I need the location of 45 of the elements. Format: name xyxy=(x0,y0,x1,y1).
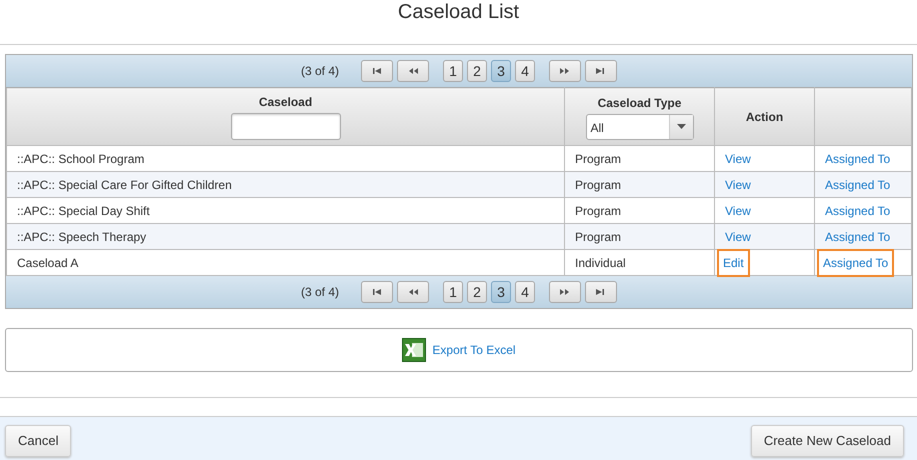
page-summary: (3 of 4) xyxy=(300,284,339,301)
column-header: Caseload Type xyxy=(598,96,682,110)
export-link[interactable]: Export To Excel xyxy=(432,341,516,359)
caret-icon xyxy=(676,124,686,129)
page-button[interactable]: 3 xyxy=(491,281,511,303)
first-page-icon xyxy=(372,67,382,75)
page-summary: (3 of 4) xyxy=(300,63,339,80)
previous-page-icon xyxy=(408,67,418,75)
table-cell: ::APC:: Speech Therapy xyxy=(6,224,564,250)
next-page-icon xyxy=(560,288,570,296)
page-button[interactable]: 4 xyxy=(515,60,535,82)
last-page-icon xyxy=(596,67,606,75)
first-page-icon xyxy=(372,288,382,296)
first-page-button[interactable] xyxy=(361,281,393,303)
next-page-icon xyxy=(560,67,570,75)
excel-icon xyxy=(402,338,426,362)
page-button[interactable]: 2 xyxy=(467,60,487,82)
previous-page-icon xyxy=(408,288,418,296)
table-cell: Program xyxy=(564,224,714,250)
create-button[interactable]: Create New Caseload xyxy=(750,424,904,456)
caseload-type-dropdown[interactable]: All xyxy=(586,114,694,140)
next-page-button[interactable] xyxy=(549,281,581,303)
page-button[interactable]: 1 xyxy=(443,60,463,82)
table-cell: Program xyxy=(564,172,714,198)
page-button[interactable]: 2 xyxy=(467,281,487,303)
column-header: Caseload xyxy=(258,95,312,109)
last-page-button[interactable] xyxy=(585,281,617,303)
table-cell: ::APC:: Special Care For Gifted Children xyxy=(6,172,564,198)
page-button[interactable]: 3 xyxy=(491,60,511,82)
action-link[interactable]: View xyxy=(725,152,751,166)
page-button[interactable]: 4 xyxy=(515,281,535,303)
next-page-button[interactable] xyxy=(549,60,581,82)
caseload-filter-field[interactable] xyxy=(230,113,340,140)
action-link[interactable]: View xyxy=(725,178,751,192)
prev-page-button[interactable] xyxy=(397,281,429,303)
action-link[interactable]: View xyxy=(725,204,751,218)
page-title: Caseload List xyxy=(398,0,520,24)
cancel-button[interactable]: Cancel xyxy=(5,424,72,456)
last-page-icon xyxy=(596,288,606,296)
prev-page-button[interactable] xyxy=(397,60,429,82)
last-page-button[interactable] xyxy=(585,60,617,82)
page-button[interactable]: 1 xyxy=(443,281,463,303)
column-header: Action xyxy=(746,110,784,124)
action-link[interactable]: View xyxy=(725,230,751,244)
first-page-button[interactable] xyxy=(361,60,393,82)
